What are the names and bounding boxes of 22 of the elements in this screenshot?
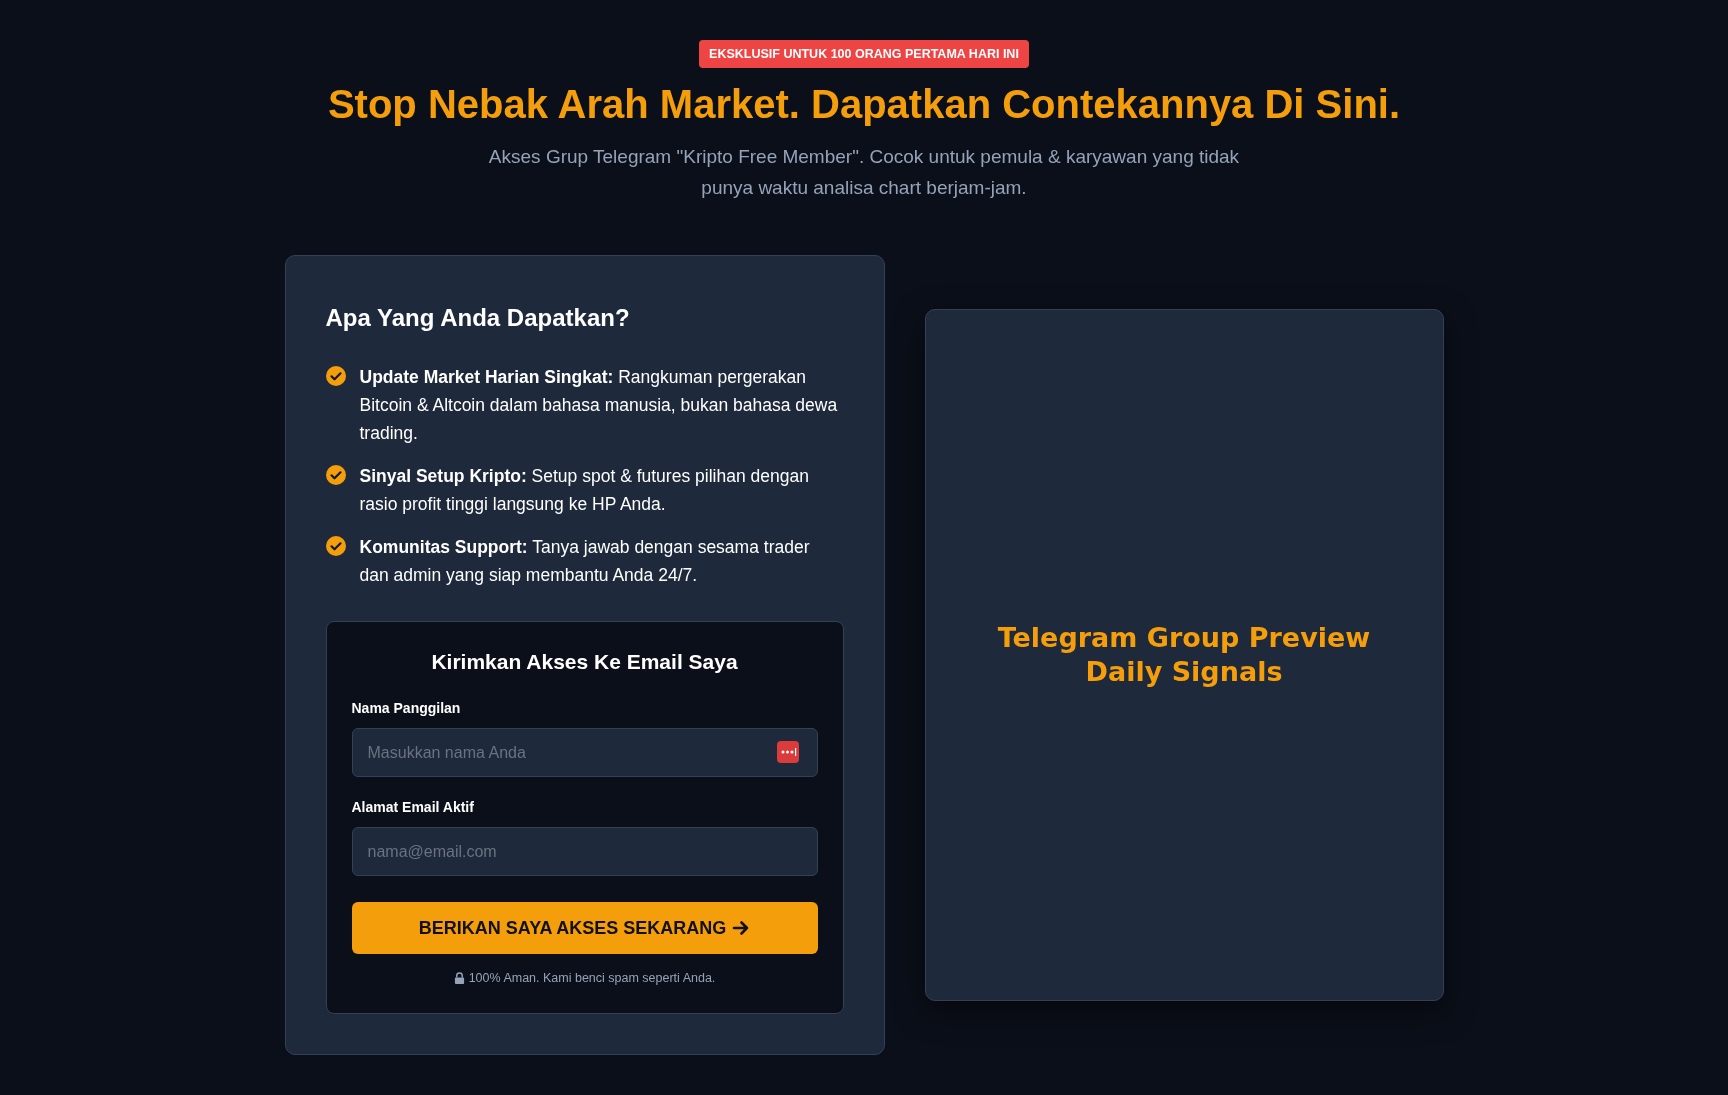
preview-caption: Telegram Group Preview bbox=[997, 621, 1371, 655]
benefit-text: Sinyal Setup Kripto: Setup spot & futures pilihan dengan rasio profit tinggi langsung ke HP Anda. bbox=[359, 465, 810, 516]
check-icon bbox=[325, 366, 346, 386]
benefit-text: Update Market Harian Singkat: Rangkuman pergerakan Bitcoin & Altcoin dalam bahasa manusia, bukan bahasa dewa trading. bbox=[359, 366, 839, 445]
form-title: Kirimkan Akses Ke Email Saya bbox=[430, 650, 739, 674]
lock-icon bbox=[453, 972, 465, 984]
submit-button[interactable]: BERIKAN SAYA AKSES SEKARANG bbox=[351, 902, 818, 954]
preview-caption: Daily Signals bbox=[1085, 655, 1283, 689]
benefits-title: Apa Yang Anda Dapatkan? bbox=[325, 304, 631, 332]
check-icon bbox=[325, 465, 346, 485]
headline: Stop Nebak Arah Market. Dapatkan Contekannya Di Sini. bbox=[327, 82, 1401, 127]
field-label: Alamat Email Aktif bbox=[351, 799, 475, 815]
arrow-icon bbox=[732, 919, 751, 937]
input-field[interactable]: nama@email.com bbox=[351, 827, 818, 876]
benefit-text: Komunitas Support: Tanya jawab dengan sesama trader dan admin yang siap membantu Anda 24/7. bbox=[359, 536, 811, 587]
subheadline: Akses Grup Telegram "Kripto Free Member". Cocok untuk pemula & karyawan yang tidak punya waktu analisa chart berjam-jam. bbox=[487, 145, 1241, 200]
promo-badge: EKSKLUSIF UNTUK 100 ORANG PERTAMA HARI INI bbox=[699, 40, 1029, 68]
privacy-note: 100% Aman. Kami benci spam seperti Anda. bbox=[468, 971, 716, 985]
check-icon bbox=[325, 536, 346, 556]
input-field[interactable]: Masukkan nama Anda bbox=[351, 728, 818, 777]
field-label: Nama Panggilan bbox=[351, 700, 462, 716]
dots-icon[interactable] bbox=[776, 741, 799, 763]
